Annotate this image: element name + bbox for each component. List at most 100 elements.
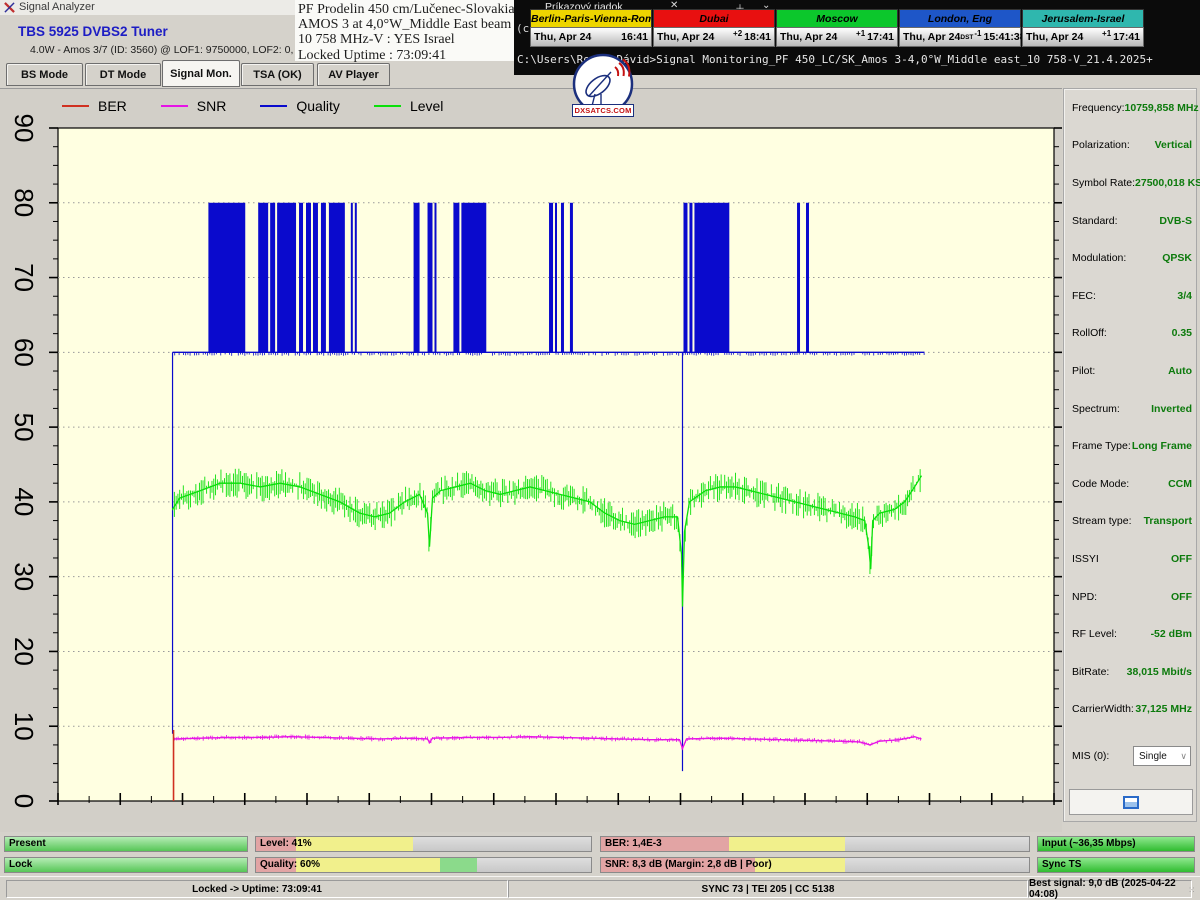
clock-time: 17:41 (1113, 31, 1140, 43)
clock-widget: Moscow Thu, Apr 24 +1 17:41 (776, 9, 898, 47)
snr-line-swatch (161, 105, 188, 107)
param-mis: MIS (0): Single ∨ (1072, 746, 1191, 766)
svg-text:50: 50 (9, 413, 39, 442)
tab-signal-mon[interactable]: Signal Mon. (162, 60, 240, 87)
transponder-parameters-panel: Frequency:10759,858 MHz Polarization:Ver… (1063, 88, 1197, 822)
bar-zone (440, 858, 477, 872)
param-frequency: Frequency:10759,858 MHz (1064, 89, 1196, 127)
tab-av-player[interactable]: AV Player (317, 63, 390, 86)
param-polarization: Polarization:Vertical (1064, 127, 1196, 165)
mis-label: MIS (0): (1072, 750, 1133, 762)
param-fec: FEC:3/4 (1064, 277, 1196, 315)
tab-bar: BS Mode DT Mode Signal Mon. TSA (OK) AV … (0, 58, 514, 88)
param-stream-type: Stream type:Transport (1064, 503, 1196, 541)
param-code-mode: Code Mode:CCM (1064, 465, 1196, 503)
tab-tsa[interactable]: TSA (OK) (241, 63, 314, 86)
legend-item-quality: Quality (260, 98, 340, 114)
clock-city: Dubai (653, 9, 775, 27)
ber-progress-bar: BER: 1,4E-3 (600, 836, 1030, 852)
param-modulation: Modulation:QPSK (1064, 239, 1196, 277)
param-frame-type: Frame Type:Long Frame (1064, 427, 1196, 465)
signal-monitor-chart: 0102030405060708090 (0, 89, 1062, 833)
status-uptime: Locked -> Uptime: 73:09:41 (6, 880, 508, 898)
param-pilot: Pilot:Auto (1064, 352, 1196, 390)
mis-selected-value: Single (1139, 751, 1180, 762)
bar-zone (729, 837, 845, 851)
param-symbol-rate: Symbol Rate:27500,018 KS/s (1064, 164, 1196, 202)
legend-item-ber: BER (62, 98, 127, 114)
clock-date: Thu, Apr 24 (534, 31, 591, 43)
clock-city: Jerusalem-Israel (1022, 9, 1144, 27)
ber-line-swatch (62, 105, 89, 107)
annotation-line: AMOS 3 at 4,0°W_Middle East beam (298, 17, 514, 32)
clock-utc-offset: -1 (974, 29, 981, 38)
clock-city: London, Eng (899, 9, 1021, 27)
status-bar: Locked -> Uptime: 73:09:41 SYNC 73 | TEI… (0, 876, 1200, 900)
clock-date: Thu, Apr 24 (903, 31, 960, 43)
svg-text:80: 80 (9, 188, 39, 217)
param-bitrate: BitRate:38,015 Mbit/s (1064, 653, 1196, 691)
save-recording-button[interactable] (1069, 789, 1193, 815)
dxsatcs-logo-caption: DXSATCS.COM (572, 104, 634, 117)
svg-text:30: 30 (9, 562, 39, 591)
param-npd: NPD:OFF (1064, 578, 1196, 616)
svg-text:60: 60 (9, 338, 39, 367)
param-rolloff: RollOff:0.35 (1064, 315, 1196, 353)
clock-dst: DST (960, 34, 973, 41)
legend-label: SNR (197, 98, 227, 114)
clock-time: 15:41:38 (984, 31, 1026, 43)
annotation-line: PF Prodelin 450 cm/Lučenec-Slovakia (298, 2, 514, 17)
quality-progress-bar: Quality: 60% (255, 857, 592, 873)
legend-label: BER (98, 98, 127, 114)
clock-date: Thu, Apr 24 (1026, 31, 1083, 43)
clock-utc-offset: +1 (856, 29, 865, 38)
disk-icon (1123, 796, 1139, 809)
lock-indicator: Lock (4, 857, 248, 873)
svg-text:10: 10 (9, 712, 39, 741)
legend-label: Quality (296, 98, 340, 114)
chart-legend: BER SNR Quality Level (62, 95, 477, 117)
legend-label: Level (410, 98, 443, 114)
mis-select[interactable]: Single ∨ (1133, 746, 1191, 766)
legend-item-level: Level (374, 98, 443, 114)
present-indicator: Present (4, 836, 248, 852)
param-issyi: ISSYIOFF (1064, 540, 1196, 578)
level-line-swatch (374, 105, 401, 107)
bar-zone (296, 837, 413, 851)
clock-time: 18:41 (744, 31, 771, 43)
clock-widget: Berlin-Paris-Vienna-Roma Thu, Apr 24 16:… (530, 9, 652, 47)
clock-time: 16:41 (621, 31, 648, 43)
tab-dt-mode[interactable]: DT Mode (85, 63, 161, 86)
input-bitrate-indicator: Input (~36,35 Mbps) (1037, 836, 1195, 852)
annotation-block: PF Prodelin 450 cm/Lučenec-Slovakia AMOS… (295, 0, 514, 61)
quality-line-swatch (260, 105, 287, 107)
param-spectrum: Spectrum:Inverted (1064, 390, 1196, 428)
status-sync-tei-cc: SYNC 73 | TEI 205 | CC 5138 (508, 880, 1028, 898)
app-icon (4, 2, 15, 13)
level-progress-bar: Level: 41% (255, 836, 592, 852)
screen: Signal Analyzer TBS 5925 DVBS2 Tuner 4.0… (0, 0, 1200, 900)
annotation-line: 10 758 MHz-V : YES Israel (298, 32, 514, 47)
clock-date: Thu, Apr 24 (657, 31, 714, 43)
clock-widget: Jerusalem-Israel Thu, Apr 24 +1 17:41 (1022, 9, 1144, 47)
clock-city: Berlin-Paris-Vienna-Roma (530, 9, 652, 27)
tuner-title: TBS 5925 DVBS2 Tuner (18, 24, 168, 39)
signal-chart-panel: BER SNR Quality Level 010203040506070809… (0, 88, 1062, 832)
param-rf-level: RF Level:-52 dBm (1064, 615, 1196, 653)
resize-grip[interactable]: ⁙ (1188, 885, 1198, 897)
tab-bs-mode[interactable]: BS Mode (6, 63, 83, 86)
clock-city: Moscow (776, 9, 898, 27)
svg-text:20: 20 (9, 637, 39, 666)
sync-ts-indicator: Sync TS (1037, 857, 1195, 873)
clock-date: Thu, Apr 24 (780, 31, 837, 43)
window-title: Signal Analyzer (19, 1, 95, 13)
svg-text:0: 0 (9, 794, 39, 808)
clock-utc-offset: +2 (733, 29, 742, 38)
clock-utc-offset: +1 (1102, 29, 1111, 38)
status-best-signal: Best signal: 9,0 dB (2025-04-22 04:08) (1028, 880, 1192, 898)
param-standard: Standard:DVB-S (1064, 202, 1196, 240)
clock-widget: London, Eng Thu, Apr 24 DST -1 15:41:38 (899, 9, 1021, 47)
snr-progress-bar: SNR: 8,3 dB (Margin: 2,8 dB | Poor) (600, 857, 1030, 873)
svg-text:90: 90 (9, 114, 39, 143)
clock-widget: Dubai Thu, Apr 24 +2 18:41 (653, 9, 775, 47)
